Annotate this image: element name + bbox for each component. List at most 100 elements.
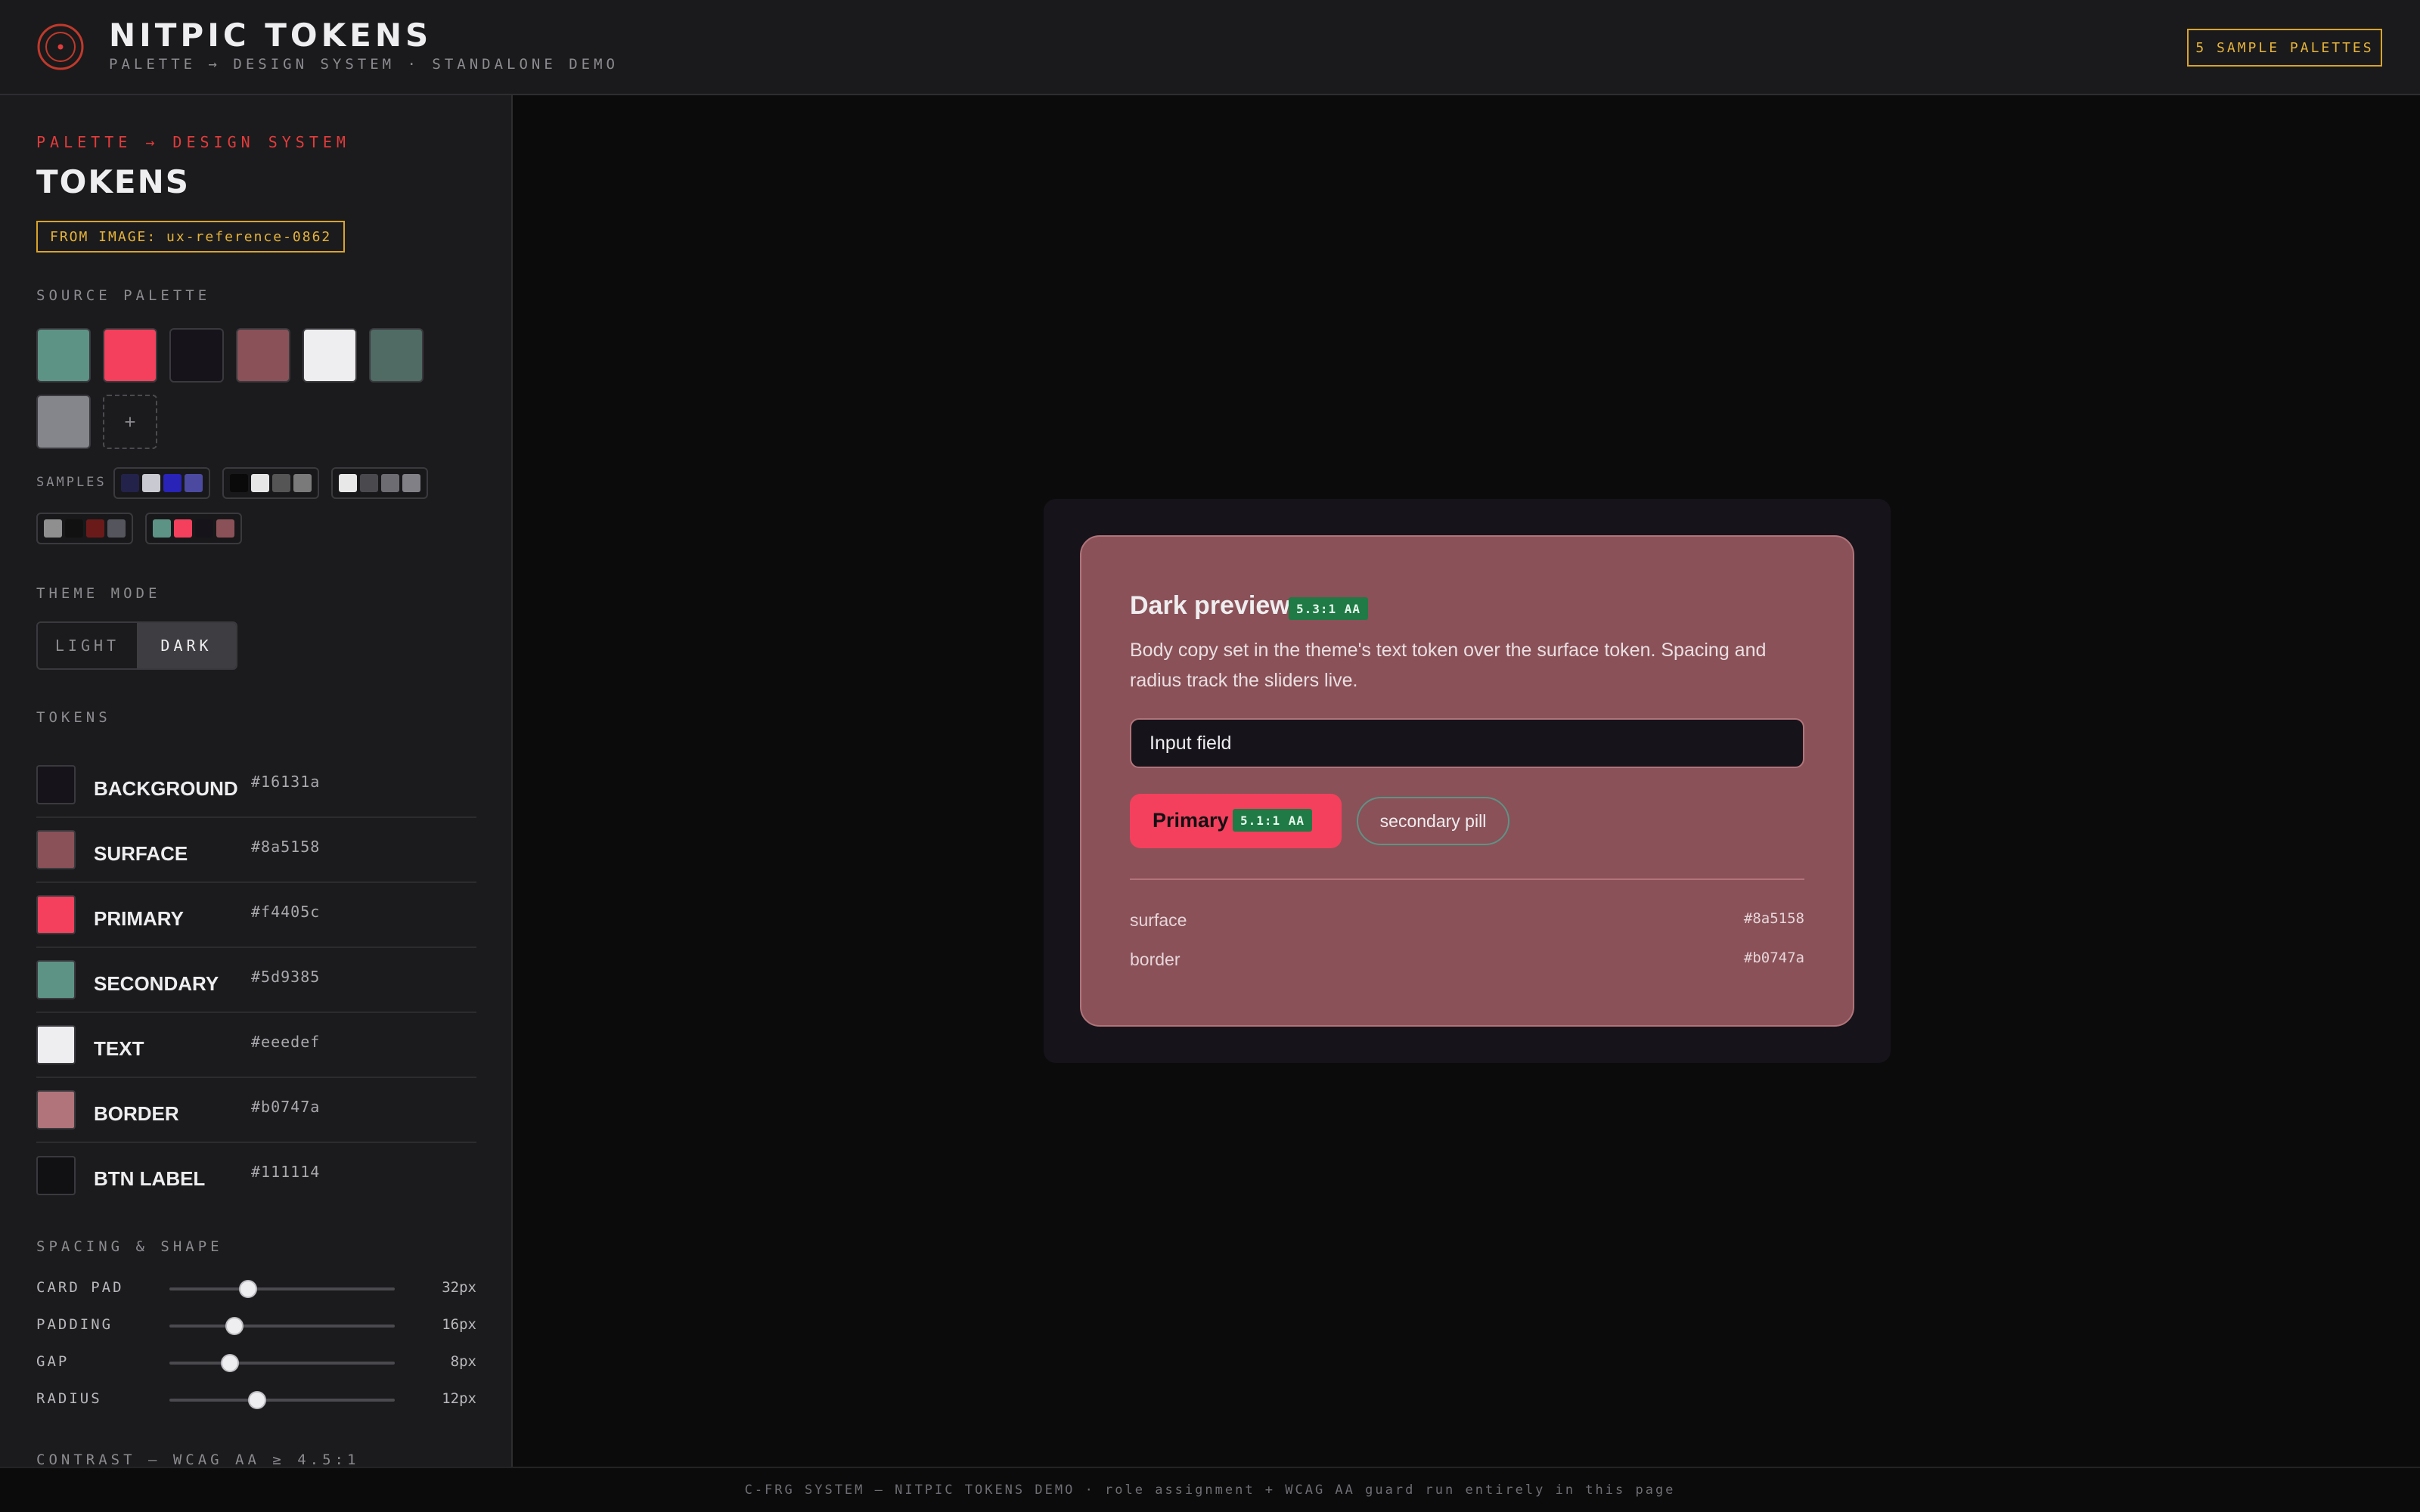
slider-value: 16px <box>442 1316 476 1333</box>
sample-color <box>86 519 104 538</box>
slider-track[interactable] <box>169 1354 395 1372</box>
sample-color <box>230 474 248 492</box>
preview-body-text: Body copy set in the theme's text token … <box>1130 640 1767 691</box>
palette-swatch[interactable] <box>169 328 224 383</box>
token-hex: #16131a <box>251 773 321 791</box>
sidebar-eyebrow: PALETTE → DESIGN SYSTEM <box>36 133 350 151</box>
title-contrast-badge: 5.3:1 AA <box>1289 597 1369 620</box>
sample-color <box>153 519 171 538</box>
token-swatch[interactable] <box>36 765 76 804</box>
palette-swatch[interactable] <box>103 328 157 383</box>
slider-row: RADIUS 12px <box>36 1387 476 1411</box>
sample-color <box>121 474 139 492</box>
sample-palettes-button[interactable]: 5 SAMPLE PALETTES <box>2187 29 2382 67</box>
secondary-pill-button[interactable]: secondary pill <box>1357 797 1509 845</box>
token-row[interactable]: TEXT #eeedef <box>36 1013 476 1078</box>
token-hex: #5d9385 <box>251 968 321 986</box>
slider-label: CARD PAD <box>36 1279 124 1296</box>
border-row-key: border <box>1130 950 1181 969</box>
surface-row-key: surface <box>1130 910 1187 930</box>
slider-track[interactable] <box>169 1317 395 1335</box>
slider-value: 12px <box>442 1390 476 1407</box>
slider-track[interactable] <box>169 1391 395 1409</box>
primary-contrast-badge: 5.1:1 AA <box>1233 809 1313 832</box>
token-row[interactable]: SECONDARY #5d9385 <box>36 948 476 1013</box>
token-name: PRIMARY <box>94 907 184 930</box>
palette-swatch[interactable] <box>36 395 91 449</box>
border-row: border #b0747a <box>1130 945 1804 975</box>
token-swatch[interactable] <box>36 1090 76 1129</box>
primary-button-label: Primary <box>1153 809 1229 832</box>
slider-label: RADIUS <box>36 1390 102 1407</box>
sample-color <box>272 474 290 492</box>
surface-preview-card: Dark preview 5.3:1 AA Body copy set in t… <box>1080 535 1854 1027</box>
token-row[interactable]: BACKGROUND #16131a <box>36 753 476 818</box>
palette-swatch[interactable] <box>36 328 91 383</box>
sample-color <box>339 474 357 492</box>
theme-light-option[interactable]: LIGHT <box>38 623 137 668</box>
palette-swatch[interactable] <box>369 328 424 383</box>
samples-label: SAMPLES <box>36 475 107 490</box>
sample-palette-chip[interactable] <box>145 513 242 544</box>
sample-palette-chip[interactable] <box>331 467 428 499</box>
token-row[interactable]: PRIMARY #f4405c <box>36 883 476 948</box>
token-hex: #b0747a <box>251 1098 321 1116</box>
slider-thumb[interactable] <box>221 1354 240 1372</box>
token-hex: #eeedef <box>251 1033 321 1051</box>
sample-color <box>142 474 160 492</box>
token-name: BORDER <box>94 1102 179 1125</box>
slider-track[interactable] <box>169 1280 395 1298</box>
sample-palette-chip[interactable] <box>222 467 319 499</box>
target-logo-icon <box>37 23 84 70</box>
sidebar: PALETTE → DESIGN SYSTEM TOKENS FROM IMAG… <box>0 95 513 1467</box>
token-name: SURFACE <box>94 842 188 865</box>
token-row[interactable]: BTN LABEL #111114 <box>36 1143 476 1208</box>
primary-button[interactable]: Primary 5.1:1 AA <box>1130 794 1342 848</box>
slider-value: 8px <box>450 1353 476 1370</box>
slider-thumb[interactable] <box>248 1391 267 1409</box>
token-swatch[interactable] <box>36 830 76 869</box>
slider-thumb[interactable] <box>239 1280 258 1298</box>
app-subtitle: PALETTE → DESIGN SYSTEM · STANDALONE DEM… <box>109 56 619 73</box>
token-list: BACKGROUND #16131a SURFACE #8a5158 PRIMARY #f… <box>36 753 476 1208</box>
surface-row: surface #8a5158 <box>1130 906 1804 936</box>
token-name: SECONDARY <box>94 972 219 995</box>
slider-label: PADDING <box>36 1316 113 1333</box>
app-header: NITPIC TOKENS PALETTE → DESIGN SYSTEM · … <box>0 0 2420 95</box>
source-image-badge: FROM IMAGE: ux-reference-0862 <box>36 221 346 253</box>
sample-color <box>381 474 399 492</box>
slider-row: CARD PAD 32px <box>36 1276 476 1300</box>
sample-color <box>44 519 62 538</box>
sample-color <box>195 519 213 538</box>
token-row[interactable]: SURFACE #8a5158 <box>36 818 476 883</box>
token-swatch[interactable] <box>36 1025 76 1064</box>
token-row[interactable]: BORDER #b0747a <box>36 1078 476 1143</box>
preview-input-field[interactable]: Input field <box>1130 718 1804 768</box>
token-swatch[interactable] <box>36 1156 76 1195</box>
token-swatch[interactable] <box>36 960 76 999</box>
slider-row: GAP 8px <box>36 1350 476 1374</box>
theme-mode-label: THEME MODE <box>36 585 161 602</box>
sample-palette-chip[interactable] <box>113 467 210 499</box>
token-hex: #8a5158 <box>251 838 321 856</box>
sample-palette-chip[interactable] <box>36 513 133 544</box>
palette-swatch[interactable] <box>236 328 290 383</box>
token-name: BTN LABEL <box>94 1167 206 1190</box>
add-swatch-button[interactable]: + <box>103 395 157 449</box>
theme-mode-toggle: LIGHT DARK <box>36 621 237 670</box>
palette-swatch[interactable] <box>302 328 357 383</box>
token-hex: #f4405c <box>251 903 321 921</box>
theme-dark-option[interactable]: DARK <box>137 623 236 668</box>
slider-value: 32px <box>442 1279 476 1296</box>
tokens-label: TOKENS <box>36 709 111 726</box>
sample-color <box>174 519 192 538</box>
token-swatch[interactable] <box>36 895 76 934</box>
sample-color <box>65 519 83 538</box>
slider-label: GAP <box>36 1353 70 1370</box>
preview-divider <box>1130 878 1804 880</box>
sample-color <box>163 474 182 492</box>
token-name: TEXT <box>94 1037 144 1060</box>
sample-color <box>107 519 126 538</box>
slider-thumb[interactable] <box>225 1317 244 1335</box>
sample-color <box>216 519 234 538</box>
